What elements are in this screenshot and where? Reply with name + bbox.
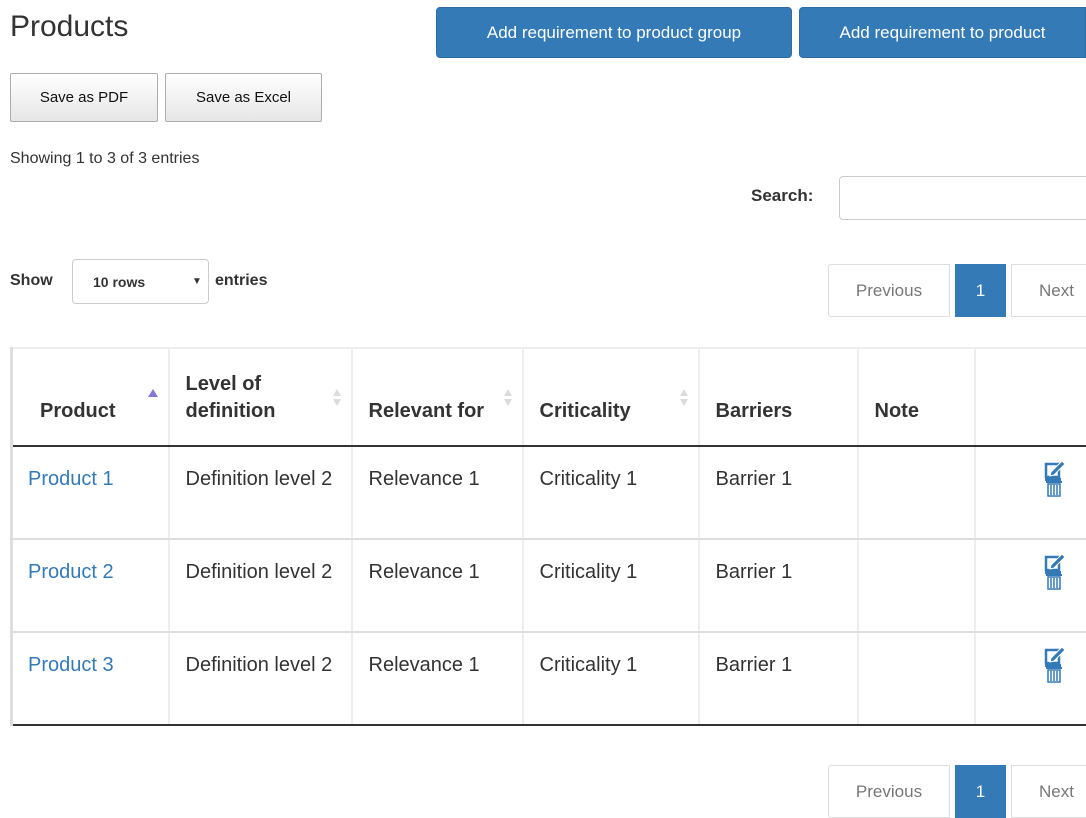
column-header-product[interactable]: Product — [12, 348, 169, 446]
cell-barriers: Barrier 1 — [699, 446, 858, 539]
next-page-button[interactable]: Next — [1011, 264, 1086, 317]
next-page-button[interactable]: Next — [1011, 765, 1086, 818]
previous-page-button[interactable]: Previous — [828, 765, 950, 818]
edit-icon[interactable] — [1043, 554, 1069, 574]
delete-icon[interactable] — [1043, 667, 1069, 683]
cell-note — [858, 632, 975, 725]
page-1-button[interactable]: 1 — [955, 765, 1006, 818]
sort-icon — [680, 389, 688, 406]
cell-actions — [975, 539, 1086, 632]
delete-icon[interactable] — [1043, 574, 1069, 590]
cell-note — [858, 446, 975, 539]
cell-actions — [975, 446, 1086, 539]
previous-page-button[interactable]: Previous — [828, 264, 950, 317]
column-header-note: Note — [858, 348, 975, 446]
column-label: Note — [875, 400, 919, 422]
cell-product: Product 1 — [12, 446, 169, 539]
save-as-pdf-button[interactable]: Save as PDF — [10, 73, 158, 122]
sort-icon — [333, 389, 341, 406]
column-label: Criticality — [540, 400, 631, 422]
cell-level: Definition level 2 — [169, 632, 352, 725]
chevron-down-icon: ▼ — [192, 273, 202, 291]
cell-level: Definition level 2 — [169, 539, 352, 632]
cell-criticality: Criticality 1 — [523, 632, 699, 725]
entries-label: entries — [215, 270, 267, 292]
cell-relevant: Relevance 1 — [352, 446, 523, 539]
cell-relevant: Relevance 1 — [352, 539, 523, 632]
sort-ascending-icon — [148, 389, 158, 397]
column-header-barriers: Barriers — [699, 348, 858, 446]
search-input[interactable] — [839, 176, 1086, 220]
add-requirement-to-product-group-button[interactable]: Add requirement to product group — [436, 7, 792, 58]
save-as-excel-button[interactable]: Save as Excel — [165, 73, 322, 122]
table-header-row: Product Level of definition Relevant for… — [12, 348, 1086, 446]
delete-icon[interactable] — [1043, 481, 1069, 497]
rows-per-page-select[interactable]: 10 rows ▼ — [72, 259, 209, 304]
product-link[interactable]: Product 3 — [28, 654, 114, 676]
column-header-criticality[interactable]: Criticality — [523, 348, 699, 446]
search-label: Search: — [751, 185, 813, 207]
products-table-container: Product Level of definition Relevant for… — [10, 347, 1086, 726]
cell-product: Product 2 — [12, 539, 169, 632]
row-actions — [1043, 554, 1069, 590]
row-actions — [1043, 461, 1069, 497]
table-row: Product 2 Definition level 2 Relevance 1… — [12, 539, 1086, 632]
cell-note — [858, 539, 975, 632]
cell-barriers: Barrier 1 — [699, 539, 858, 632]
column-label: Product — [40, 400, 116, 422]
products-table: Product Level of definition Relevant for… — [10, 347, 1086, 726]
cell-relevant: Relevance 1 — [352, 632, 523, 725]
table-row: Product 1 Definition level 2 Relevance 1… — [12, 446, 1086, 539]
row-actions — [1043, 647, 1069, 683]
column-label: Level of definition — [186, 373, 276, 422]
cell-barriers: Barrier 1 — [699, 632, 858, 725]
rows-per-page-value: 10 rows — [93, 273, 145, 291]
column-label: Barriers — [716, 400, 793, 422]
cell-level: Definition level 2 — [169, 446, 352, 539]
cell-criticality: Criticality 1 — [523, 446, 699, 539]
cell-criticality: Criticality 1 — [523, 539, 699, 632]
edit-icon[interactable] — [1043, 461, 1069, 481]
column-header-actions — [975, 348, 1086, 446]
sort-icon — [504, 389, 512, 406]
product-link[interactable]: Product 1 — [28, 468, 114, 490]
column-header-level-of-definition[interactable]: Level of definition — [169, 348, 352, 446]
table-info: Showing 1 to 3 of 3 entries — [10, 148, 199, 170]
product-link[interactable]: Product 2 — [28, 561, 114, 583]
edit-icon[interactable] — [1043, 647, 1069, 667]
cell-actions — [975, 632, 1086, 725]
add-requirement-to-product-button[interactable]: Add requirement to product — [799, 7, 1086, 58]
show-label: Show — [10, 270, 53, 292]
table-row: Product 3 Definition level 2 Relevance 1… — [12, 632, 1086, 725]
cell-product: Product 3 — [12, 632, 169, 725]
page-1-button[interactable]: 1 — [955, 264, 1006, 317]
column-label: Relevant for — [369, 400, 485, 422]
page-title: Products — [10, 8, 128, 46]
column-header-relevant-for[interactable]: Relevant for — [352, 348, 523, 446]
